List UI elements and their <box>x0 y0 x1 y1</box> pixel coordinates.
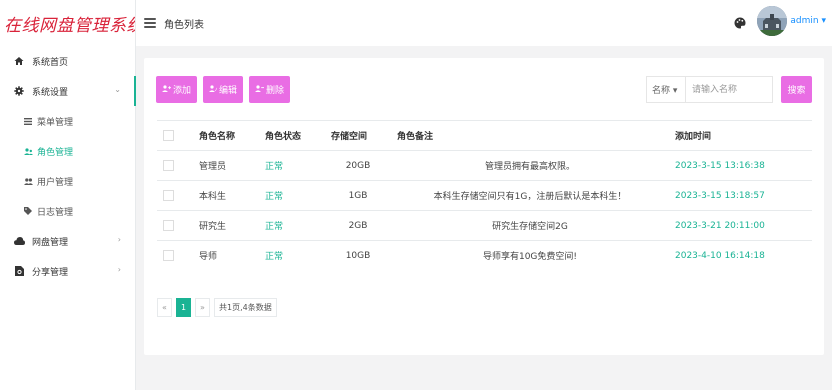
role-created-time: 2023-3-15 13:18:57 <box>669 180 812 211</box>
role-remark: 管理员拥有最高权限。 <box>391 150 669 181</box>
pager-prev-button[interactable]: « <box>157 298 172 317</box>
role-created-time: 2023-3-21 20:11:00 <box>669 210 812 241</box>
sidebar-subitem-menu[interactable]: 菜单管理 <box>0 106 135 136</box>
chevron-right-icon: › <box>117 265 121 274</box>
pager-next-button[interactable]: » <box>195 298 210 317</box>
sidebar-subitem-roles[interactable]: 角色管理 <box>0 136 135 166</box>
chevron-down-icon: ⌄ <box>114 85 121 94</box>
share-file-icon <box>12 265 26 277</box>
role-storage: 10GB <box>325 240 391 271</box>
row-select-cell <box>157 210 193 241</box>
pager-page-current[interactable]: 1 <box>176 298 191 317</box>
tag-icon <box>24 207 34 215</box>
role-name: 管理员 <box>193 150 259 181</box>
column-header[interactable]: 角色备注 <box>391 120 669 151</box>
role-status: 正常 <box>259 180 325 211</box>
role-remark: 研究生存储空间2G <box>391 210 669 241</box>
table-header-row: 角色名称 角色状态 存储空间 角色备注 添加时间 <box>157 120 812 151</box>
role-storage: 2GB <box>325 210 391 241</box>
row-select-cell <box>157 180 193 211</box>
sidebar-item-label: 分享管理 <box>32 267 69 278</box>
remove-user-icon <box>255 84 265 95</box>
sidebar-subitem-logs[interactable]: 日志管理 <box>0 196 135 226</box>
role-status: 正常 <box>259 240 325 271</box>
add-button-label: 添加 <box>173 86 192 96</box>
avatar[interactable] <box>757 6 787 36</box>
table-row[interactable]: 导师 正常 10GB 导师享有10G免费空间! 2023-4-10 16:14:… <box>157 240 812 271</box>
select-all-cell <box>157 120 193 151</box>
sidebar-nav: 系统首页 系统设置 ⌄ <box>0 46 136 106</box>
sidebar-item-label: 系统首页 <box>32 57 69 68</box>
search-button[interactable]: 搜索 <box>781 76 812 103</box>
role-remark: 导师享有10G免费空间! <box>391 240 669 271</box>
delete-button[interactable]: 删除 <box>249 76 291 103</box>
page-title: 角色列表 <box>164 19 204 31</box>
roles-table: 角色名称 角色状态 存储空间 角色备注 添加时间 管理员 正常 20GB 管理员… <box>157 120 812 271</box>
sidebar-submenu: 菜单管理 角色管理 用户管理 日志管理 <box>0 106 135 226</box>
add-button[interactable]: 添加 <box>156 76 198 103</box>
menu-toggle-icon[interactable] <box>144 18 156 28</box>
edit-user-icon <box>209 84 218 95</box>
sidebar-item-system-settings[interactable]: 系统设置 ⌄ <box>0 76 136 106</box>
sidebar-subitem-label: 角色管理 <box>37 147 74 158</box>
role-status: 正常 <box>259 150 325 181</box>
role-created-time: 2023-4-10 16:14:18 <box>669 240 812 271</box>
toolbar: 添加 编辑 删除 <box>156 76 291 103</box>
search-bar: 名称 ▾ 搜索 <box>646 76 812 103</box>
cloud-icon <box>12 235 26 247</box>
gear-icon <box>12 85 26 97</box>
add-user-icon <box>162 84 171 95</box>
column-header[interactable]: 添加时间 <box>669 120 812 151</box>
role-status: 正常 <box>259 210 325 241</box>
role-storage: 20GB <box>325 150 391 181</box>
top-header: 角色列表 admin ▾ <box>136 0 832 46</box>
edit-button[interactable]: 编辑 <box>203 76 244 103</box>
role-created-time: 2023-3-15 13:16:38 <box>669 150 812 181</box>
row-checkbox[interactable] <box>163 160 174 171</box>
table-row[interactable]: 研究生 正常 2GB 研究生存储空间2G 2023-3-21 20:11:00 <box>157 210 812 241</box>
pagination: « 1 » 共1页,4条数据 <box>157 298 277 317</box>
role-name: 研究生 <box>193 210 259 241</box>
sidebar-subitem-label: 日志管理 <box>37 207 74 218</box>
row-checkbox[interactable] <box>163 250 174 262</box>
sidebar-item-disk[interactable]: 网盘管理 › <box>0 226 135 256</box>
table-row[interactable]: 本科生 正常 1GB 本科生存储空间只有1G，注册后默认是本科生！ 2023-3… <box>157 180 812 211</box>
content-panel: 添加 编辑 删除 名称 ▾ 搜索 角色名称 角色状态 存储空间 角色备注 <box>144 58 824 355</box>
sidebar-nav-lower: 网盘管理 › 分享管理 › <box>0 226 135 286</box>
user-menu[interactable]: admin ▾ <box>790 16 826 26</box>
column-header[interactable]: 存储空间 <box>325 120 391 151</box>
search-field-select[interactable]: 名称 ▾ <box>646 76 685 103</box>
palette-icon[interactable] <box>734 17 746 29</box>
sidebar-item-home[interactable]: 系统首页 <box>0 46 135 76</box>
list-icon <box>24 117 34 125</box>
home-icon <box>12 55 26 67</box>
edit-button-label: 编辑 <box>219 86 238 96</box>
role-name: 导师 <box>193 240 259 271</box>
chevron-right-icon: › <box>117 235 121 244</box>
row-select-cell <box>157 240 193 271</box>
sidebar-subitem-label: 用户管理 <box>37 177 74 188</box>
app-logo[interactable]: 在线网盘管理系统 <box>0 0 135 46</box>
sidebar-subitem-label: 菜单管理 <box>37 117 74 128</box>
user-group-icon <box>24 177 34 185</box>
role-name: 本科生 <box>193 180 259 211</box>
table-row[interactable]: 管理员 正常 20GB 管理员拥有最高权限。 2023-3-15 13:16:3… <box>157 150 812 181</box>
sidebar-item-share[interactable]: 分享管理 › <box>0 256 135 286</box>
row-select-cell <box>157 150 193 181</box>
role-remark: 本科生存储空间只有1G，注册后默认是本科生！ <box>391 180 669 211</box>
sidebar-subitem-users[interactable]: 用户管理 <box>0 166 135 196</box>
row-checkbox[interactable] <box>163 190 174 201</box>
role-storage: 1GB <box>325 180 391 211</box>
column-header[interactable]: 角色状态 <box>259 120 325 151</box>
sidebar-item-label: 系统设置 <box>32 87 69 98</box>
pager-info: 共1页,4条数据 <box>214 298 277 317</box>
column-header[interactable]: 角色名称 <box>193 120 259 151</box>
users-icon <box>24 147 34 155</box>
row-checkbox[interactable] <box>163 220 174 231</box>
search-input[interactable] <box>685 76 773 103</box>
sidebar: 在线网盘管理系统 系统首页 系统设置 ⌄ 菜单管理 角色管理 用户管理 日志管理… <box>0 0 136 390</box>
sidebar-item-label: 网盘管理 <box>32 237 69 248</box>
delete-button-label: 删除 <box>266 86 285 96</box>
select-all-checkbox[interactable] <box>163 130 174 141</box>
